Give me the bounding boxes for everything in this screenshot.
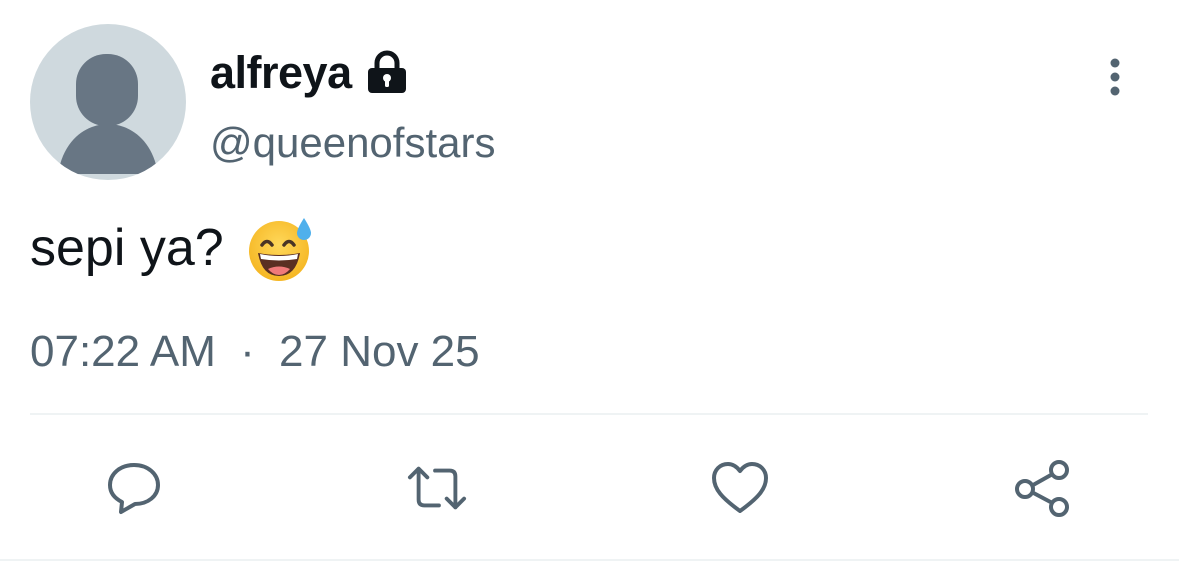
share-icon [1015, 460, 1069, 517]
reply-button[interactable] [104, 458, 164, 518]
tweet-card: alfreya @queenofstars sepi ya? 07:22 AM … [0, 0, 1179, 579]
tweet-time[interactable]: 07:22 AM [30, 327, 216, 376]
lock-icon [364, 49, 410, 95]
bottom-divider [0, 559, 1179, 561]
timestamp-separator: · [240, 327, 255, 376]
heart-icon [712, 462, 768, 513]
retweet-button[interactable] [407, 458, 467, 518]
grinning-face-with-sweat-icon [246, 216, 316, 282]
display-name[interactable]: alfreya [210, 50, 352, 95]
timestamp-row: 07:22 AM · 27 Nov 25 [30, 330, 480, 374]
tweet-text: sepi ya? [30, 219, 224, 278]
like-button[interactable] [710, 458, 770, 518]
tweet-date[interactable]: 27 Nov 25 [279, 327, 480, 376]
share-button[interactable] [1013, 458, 1073, 518]
default-avatar-icon [58, 54, 158, 174]
avatar[interactable] [30, 24, 186, 180]
more-options-icon[interactable] [1100, 56, 1130, 98]
reply-icon [108, 463, 160, 514]
retweet-icon [407, 466, 467, 510]
divider [30, 413, 1148, 415]
user-handle[interactable]: @queenofstars [210, 122, 495, 164]
tweet-body: sepi ya? [30, 216, 316, 282]
name-row: alfreya [210, 44, 410, 100]
